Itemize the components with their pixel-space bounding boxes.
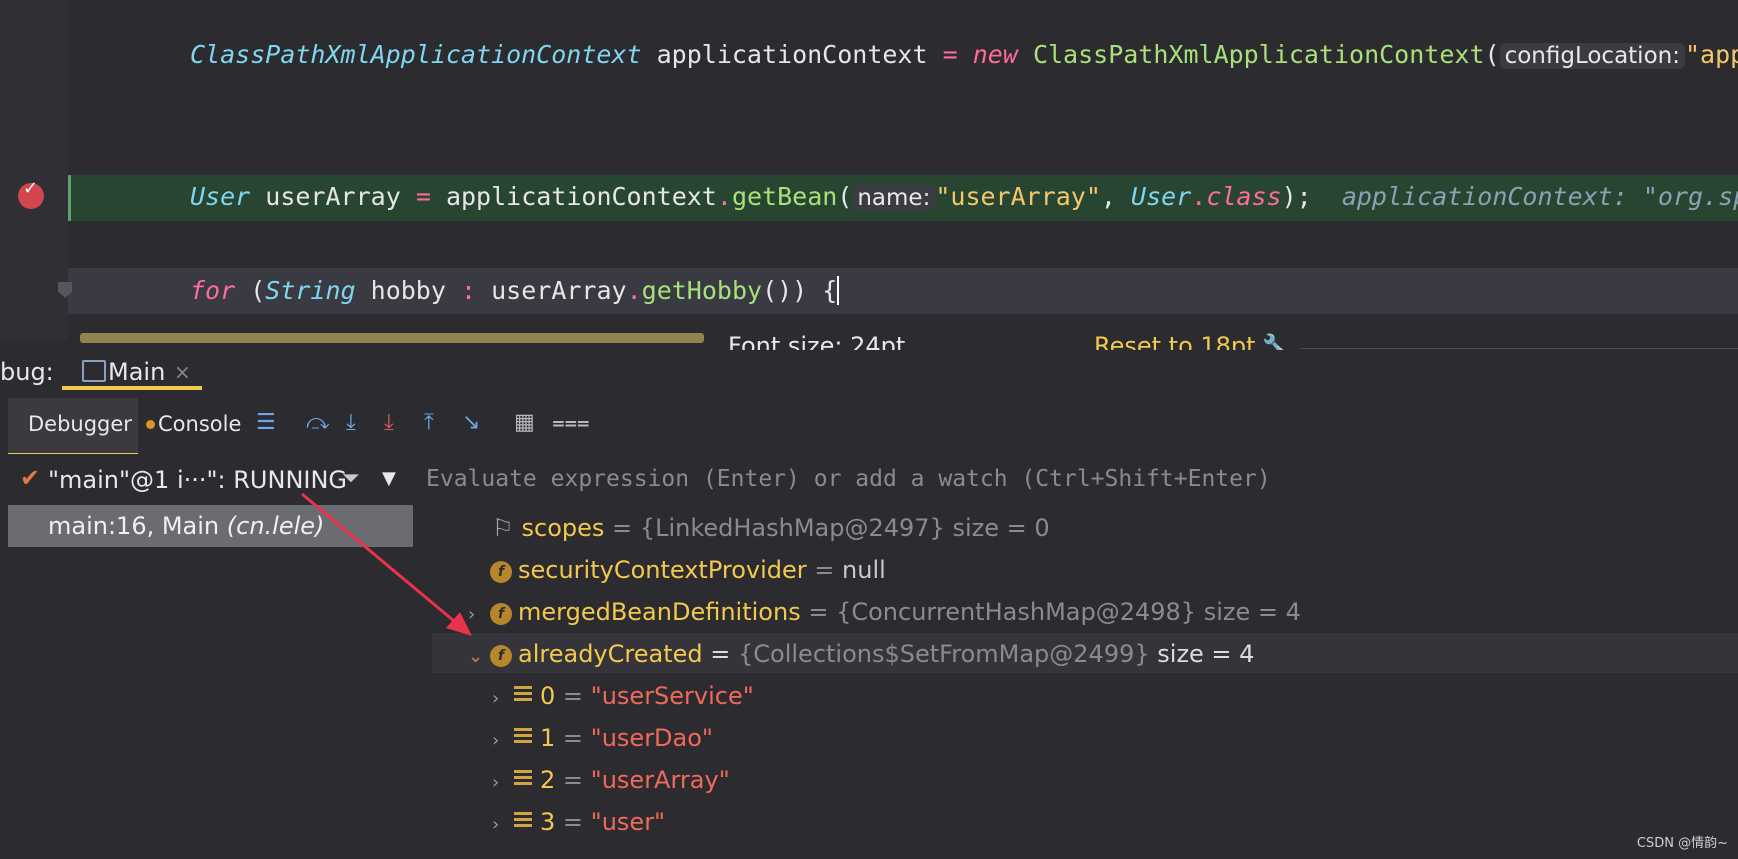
arrow-head [446,612,472,636]
annotation-arrow [301,492,472,636]
arrow-line [301,492,461,628]
watermark: CSDN @情韵~ [1636,836,1728,851]
